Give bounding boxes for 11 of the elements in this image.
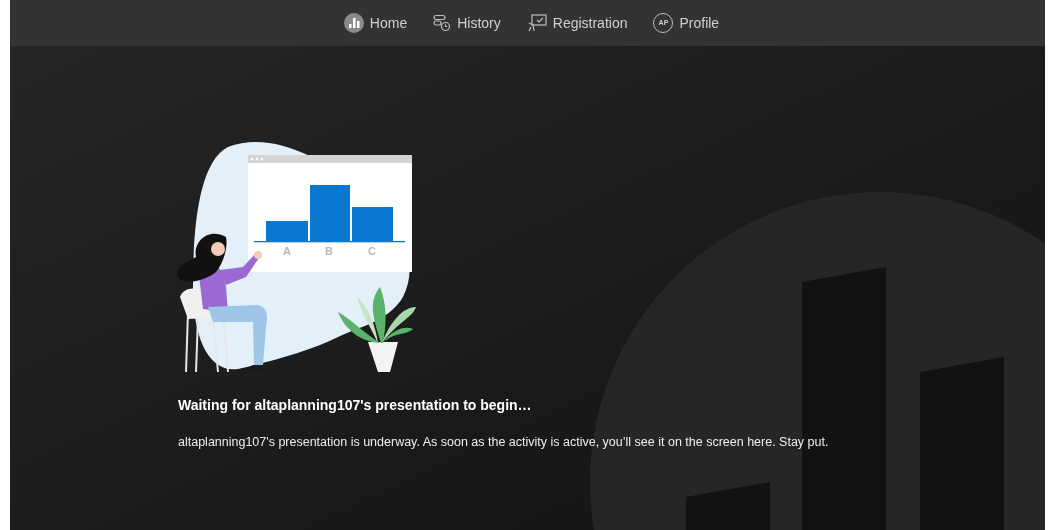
list-clock-icon: [433, 14, 452, 32]
waiting-heading: Waiting for altaplanning107's presentation to begin…: [178, 396, 533, 415]
chart-axis-label: C: [368, 245, 376, 257]
nav-link[interactable]: History: [433, 12, 501, 34]
status-message: altaplanning107's presentation is underway. As soon as the activity is active, you’ll see it on the screen here. Stay put.: [178, 434, 830, 451]
nav-link[interactable]: Home: [343, 12, 408, 34]
chart-axis-label: B: [325, 245, 333, 257]
chart-axis-label: A: [283, 245, 291, 257]
bar-chart-icon: [343, 13, 364, 33]
presentation-hand-icon: [526, 14, 547, 32]
nav-link[interactable]: Registration: [526, 12, 628, 34]
